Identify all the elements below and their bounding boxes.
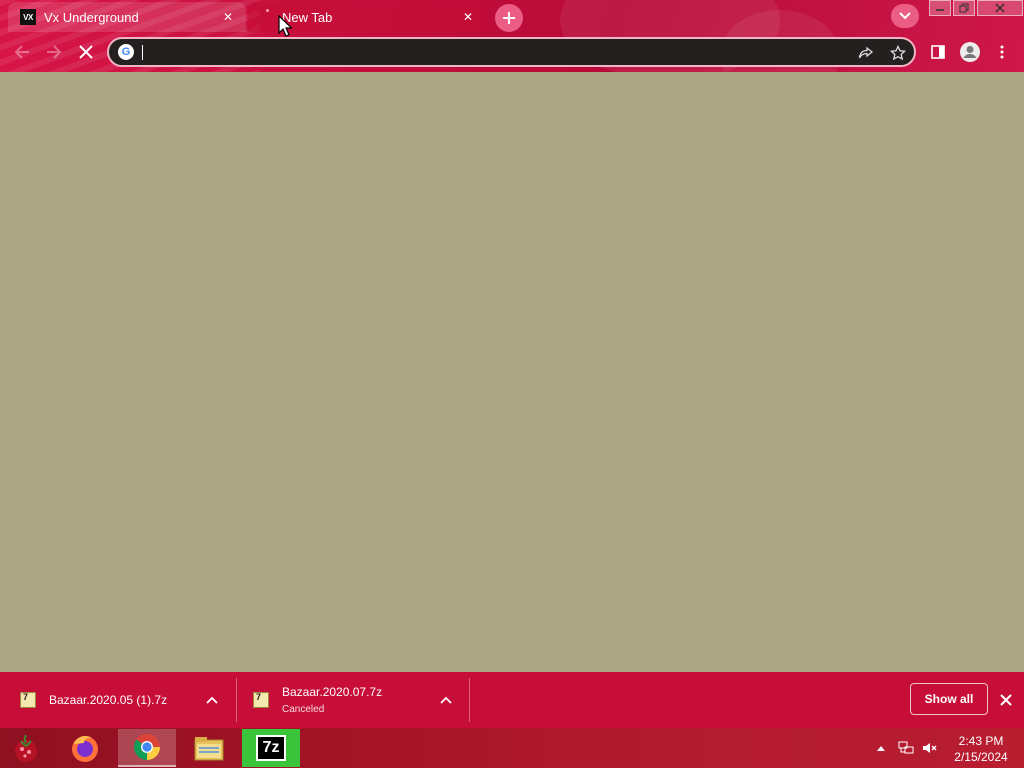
start-orb-icon [15, 734, 37, 762]
chrome-icon [134, 734, 161, 761]
download-status: Canceled [282, 704, 325, 715]
chevron-up-icon [877, 746, 885, 751]
tab-vx-underground[interactable]: VX Vx Underground ✕ [8, 2, 246, 32]
browser-chrome: VX Vx Underground ✕ New Tab ✕ G [0, 0, 1024, 72]
plus-icon [503, 12, 515, 24]
restore-button[interactable] [953, 0, 975, 16]
address-bar[interactable]: G [107, 37, 916, 67]
close-icon [1000, 694, 1012, 706]
tab-title: Vx Underground [44, 9, 139, 25]
tab-search-button[interactable] [891, 4, 919, 28]
download-shelf: Bazaar.2020.05 (1).7z Bazaar.2020.07.7z … [0, 672, 1024, 728]
download-filename: Bazaar.2020.05 (1).7z [49, 693, 168, 707]
url-input[interactable] [143, 42, 843, 62]
new-tab-button[interactable] [495, 4, 523, 32]
taskbar-chrome[interactable] [118, 729, 176, 767]
forward-button[interactable] [42, 40, 66, 64]
download-item[interactable]: Bazaar.2020.07.7z Canceled [253, 672, 463, 728]
taskbar-firefox[interactable] [56, 729, 114, 767]
7z-file-icon [20, 692, 36, 708]
folder-icon [194, 737, 224, 761]
close-shelf-button[interactable] [996, 690, 1016, 710]
kebab-menu-icon [1000, 45, 1004, 59]
taskbar-file-explorer[interactable] [180, 729, 238, 767]
tab-title: New Tab [282, 9, 333, 25]
stop-loading-button[interactable] [74, 40, 98, 64]
taskbar: 7z 2:43 PM 2/15/2024 [0, 728, 1024, 768]
profile-button[interactable] [958, 40, 982, 64]
divider [469, 678, 470, 722]
loading-spinner-icon [260, 9, 276, 25]
close-icon [79, 45, 93, 59]
restore-icon [959, 3, 969, 13]
chevron-up-icon[interactable] [204, 692, 220, 708]
arrow-right-icon [47, 45, 62, 59]
system-clock[interactable]: 2:43 PM 2/15/2024 [950, 733, 1012, 765]
bookmark-star-icon[interactable] [889, 44, 907, 62]
page-content [0, 72, 1024, 672]
start-button[interactable] [8, 731, 44, 765]
avatar-icon [960, 42, 980, 62]
close-icon [995, 3, 1005, 13]
chevron-down-icon [899, 12, 911, 20]
tab-close-icon[interactable]: ✕ [460, 9, 476, 25]
network-icon[interactable] [898, 740, 914, 756]
divider [236, 678, 237, 722]
google-icon: G [118, 44, 134, 60]
side-panel-icon [931, 45, 945, 59]
share-icon[interactable] [857, 44, 875, 62]
show-all-button[interactable]: Show all [910, 683, 988, 715]
chevron-up-icon[interactable] [438, 692, 454, 708]
minimize-icon [936, 9, 944, 11]
firefox-icon [72, 736, 98, 762]
download-filename: Bazaar.2020.07.7z [282, 685, 383, 699]
7z-file-icon [253, 692, 269, 708]
clock-date: 2/15/2024 [954, 750, 1008, 764]
7zip-icon: 7z [256, 735, 286, 761]
side-panel-button[interactable] [926, 40, 950, 64]
minimize-button[interactable] [929, 0, 951, 16]
vx-favicon-icon: VX [20, 9, 36, 25]
menu-button[interactable] [990, 40, 1014, 64]
tab-close-icon[interactable]: ✕ [220, 9, 236, 25]
show-hidden-icons-button[interactable] [873, 740, 889, 756]
download-text: Bazaar.2020.07.7z Canceled [282, 685, 382, 715]
volume-muted-icon[interactable] [922, 740, 938, 756]
window-close-button[interactable] [977, 0, 1023, 16]
download-item[interactable]: Bazaar.2020.05 (1).7z [20, 672, 230, 728]
arrow-left-icon [14, 45, 29, 59]
mouse-cursor-icon [278, 15, 292, 37]
taskbar-7zip[interactable]: 7z [242, 729, 300, 767]
back-button[interactable] [10, 40, 34, 64]
clock-time: 2:43 PM [958, 734, 1004, 748]
